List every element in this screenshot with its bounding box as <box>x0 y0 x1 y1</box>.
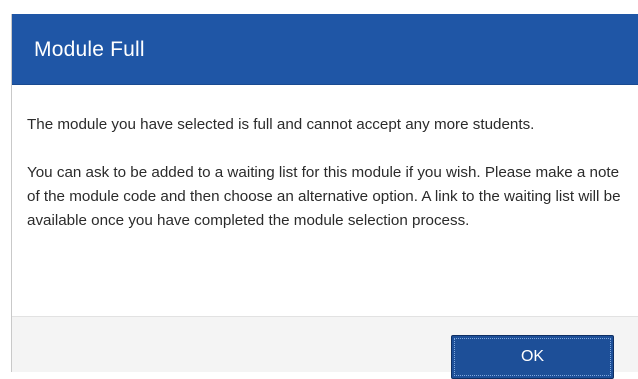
dialog-body: The module you have selected is full and… <box>12 85 638 317</box>
dialog-message-full: The module you have selected is full and… <box>27 116 535 133</box>
module-full-dialog: Module Full The module you have selected… <box>11 14 638 379</box>
dialog-header: Module Full <box>12 14 638 85</box>
dialog-footer: OK <box>12 317 638 379</box>
ok-button[interactable]: OK <box>451 335 614 379</box>
dialog-title: Module Full <box>34 38 145 61</box>
dialog-message-waiting-list: You can ask to be added to a waiting lis… <box>27 164 621 229</box>
